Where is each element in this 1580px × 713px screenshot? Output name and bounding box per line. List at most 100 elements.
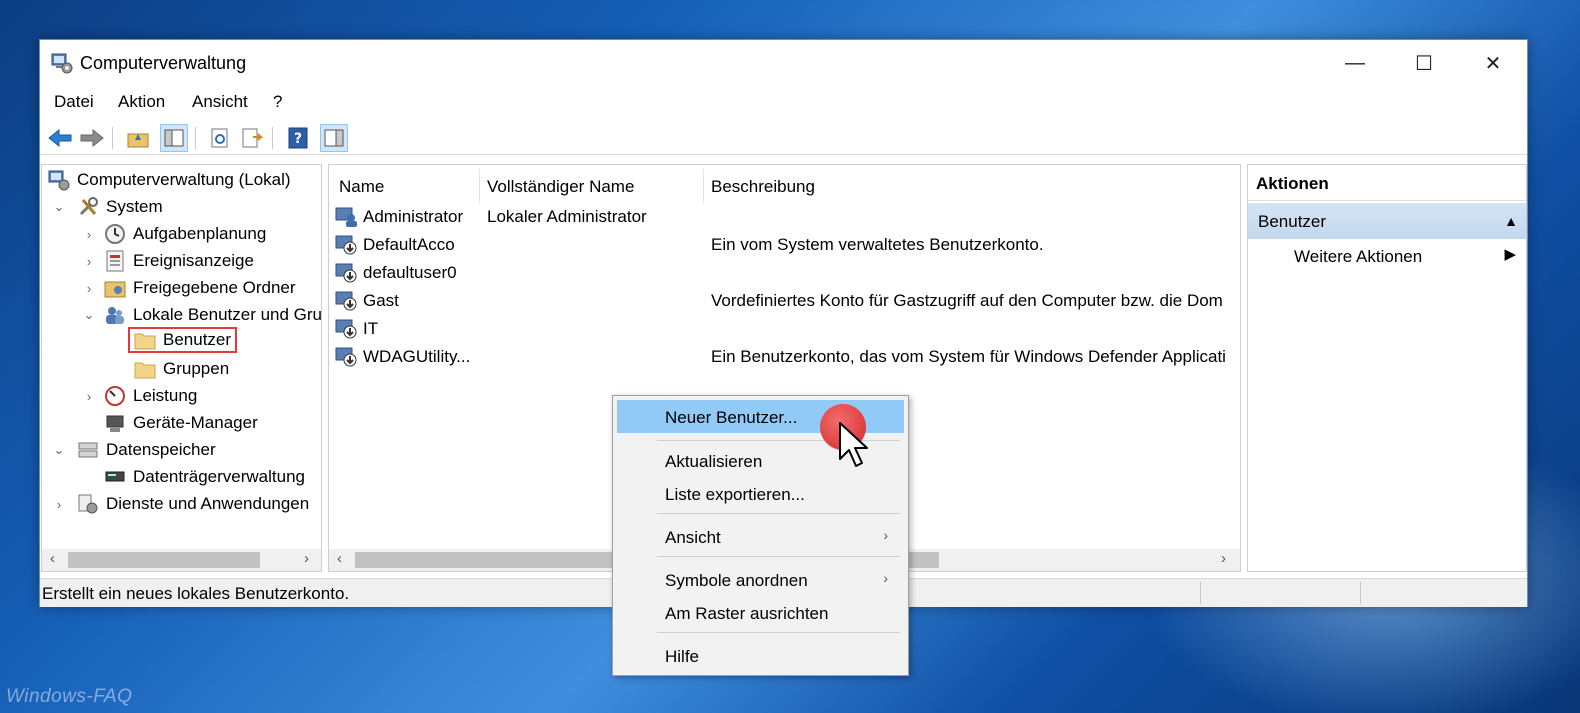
refresh-icon[interactable]: [206, 124, 234, 152]
tree-node-datentraegerverwaltung[interactable]: Datenträgerverwaltung: [104, 464, 305, 490]
up-folder-icon[interactable]: [124, 124, 152, 152]
performance-icon: [104, 385, 126, 407]
users-icon: [104, 304, 126, 326]
cell-name: defaultuser0: [363, 263, 457, 282]
menu-item-label: Ansicht: [665, 528, 721, 547]
tree-node-system[interactable]: ⌄ System: [52, 194, 163, 220]
event-viewer-icon: [104, 250, 126, 272]
status-text: Erstellt ein neues lokales Benutzerkonto…: [42, 584, 350, 603]
close-button[interactable]: ✕: [1458, 40, 1528, 86]
tree-node-geraete-manager[interactable]: Geräte-Manager: [104, 410, 258, 436]
console-tree: Computerverwaltung (Lokal) ⌄ System › Au…: [41, 164, 322, 572]
cell-full-name: Lokaler Administrator: [487, 207, 647, 226]
column-header-description[interactable]: Beschreibung: [711, 177, 815, 197]
table-row[interactable]: Administrator Lokaler Administrator: [329, 203, 1240, 231]
tree-node-gruppen[interactable]: Gruppen: [134, 356, 229, 382]
tree-node-freigegebene-ordner[interactable]: › Freigegebene Ordner: [82, 275, 296, 301]
tree-node-leistung[interactable]: › Leistung: [82, 383, 197, 409]
maximize-button[interactable]: ☐: [1389, 40, 1459, 86]
scroll-right-icon[interactable]: ›: [304, 550, 309, 567]
menu-item-hilfe[interactable]: Hilfe: [617, 639, 904, 672]
mouse-cursor-icon: [839, 422, 868, 467]
tree-label: Datenträgerverwaltung: [133, 467, 305, 486]
menu-ansicht[interactable]: Ansicht: [192, 92, 248, 112]
chevron-down-icon[interactable]: ⌄: [52, 199, 66, 215]
tree-label: System: [106, 197, 163, 216]
folder-icon: [134, 358, 156, 380]
chevron-down-icon[interactable]: ⌄: [52, 442, 66, 458]
action-weitere-aktionen[interactable]: Weitere Aktionen: [1294, 247, 1422, 267]
cell-name: DefaultAcco: [363, 235, 455, 254]
window-title: Computerverwaltung: [80, 53, 247, 73]
tools-icon: [77, 196, 99, 218]
table-row[interactable]: DefaultAcco Ein vom System verwaltetes B…: [329, 231, 1240, 259]
chevron-right-icon[interactable]: ›: [82, 281, 96, 296]
tree-label: Aufgabenplanung: [133, 224, 267, 243]
chevron-right-icon[interactable]: ›: [82, 227, 96, 242]
submenu-arrow-icon[interactable]: ▶: [1504, 245, 1516, 263]
tree-node-dienste[interactable]: › Dienste und Anwendungen: [52, 491, 309, 517]
section-label: Benutzer: [1258, 212, 1327, 231]
table-row[interactable]: defaultuser0: [329, 259, 1240, 287]
help-icon[interactable]: ?: [284, 124, 312, 152]
show-hide-console-tree-icon[interactable]: [160, 124, 188, 152]
disabled-user-icon: [335, 291, 357, 311]
menu-datei[interactable]: Datei: [54, 92, 94, 112]
show-hide-action-pane-icon[interactable]: [320, 124, 348, 152]
cell-name: Gast: [363, 291, 399, 310]
disk-management-icon: [104, 466, 126, 488]
storage-icon: [77, 439, 99, 461]
disabled-user-icon: [335, 263, 357, 283]
scroll-right-icon[interactable]: ›: [1221, 550, 1226, 567]
export-list-icon[interactable]: [238, 124, 266, 152]
tree-node-benutzer[interactable]: Benutzer: [128, 327, 238, 353]
actions-section-benutzer[interactable]: Benutzer ▲: [1248, 203, 1526, 239]
tree-label: Lokale Benutzer und Gruppen: [133, 305, 322, 324]
cell-description: Ein Benutzerkonto, das vom System für Wi…: [711, 347, 1226, 366]
table-row[interactable]: Gast Vordefiniertes Konto für Gastzugrif…: [329, 287, 1240, 315]
scrollbar-thumb[interactable]: [68, 552, 260, 568]
cell-name: IT: [363, 319, 379, 338]
column-header-full-name[interactable]: Vollständiger Name: [487, 177, 634, 197]
chevron-right-icon[interactable]: ›: [52, 497, 66, 512]
minimize-button[interactable]: —: [1320, 40, 1390, 86]
menu-help[interactable]: ?: [273, 92, 282, 112]
tree-node-aufgabenplanung[interactable]: › Aufgabenplanung: [82, 221, 266, 247]
tree-label: Ereignisanzeige: [133, 251, 254, 270]
menu-aktion[interactable]: Aktion: [118, 92, 165, 112]
disabled-user-icon: [335, 319, 357, 339]
svg-text:?: ?: [294, 131, 302, 147]
forward-icon[interactable]: [78, 124, 106, 152]
table-row[interactable]: IT: [329, 315, 1240, 343]
computer-management-icon: [51, 53, 73, 74]
tree-node-root[interactable]: Computerverwaltung (Lokal): [48, 167, 291, 193]
tree-node-datenspeicher[interactable]: ⌄ Datenspeicher: [52, 437, 216, 463]
chevron-right-icon[interactable]: ›: [82, 389, 96, 404]
scroll-left-icon[interactable]: ‹: [50, 550, 55, 567]
folder-icon: [134, 329, 156, 351]
tree-node-ereignisanzeige[interactable]: › Ereignisanzeige: [82, 248, 254, 274]
table-row[interactable]: WDAGUtility... Ein Benutzerkonto, das vo…: [329, 343, 1240, 371]
cell-name: Administrator: [363, 207, 464, 226]
menu-item-am-raster-ausrichten[interactable]: Am Raster ausrichten: [617, 596, 904, 629]
menu-item-liste-exportieren[interactable]: Liste exportieren...: [617, 477, 904, 510]
menu-item-symbole-anordnen[interactable]: Symbole anordnen ›: [617, 563, 904, 596]
cell-name: WDAGUtility...: [363, 347, 471, 366]
scroll-left-icon[interactable]: ‹: [337, 550, 342, 567]
watermark: Windows-FAQ: [6, 686, 133, 707]
collapse-icon[interactable]: ▲: [1504, 213, 1518, 229]
chevron-down-icon[interactable]: ⌄: [82, 307, 96, 323]
back-icon[interactable]: [46, 124, 74, 152]
title-bar[interactable]: Computerverwaltung — ☐ ✕: [40, 40, 1527, 86]
chevron-right-icon[interactable]: ›: [82, 254, 96, 269]
actions-pane: Aktionen Benutzer ▲ Weitere Aktionen ▶: [1247, 164, 1527, 572]
tree-label: Benutzer: [163, 330, 232, 349]
shared-folder-icon: [104, 277, 126, 299]
tree-label: Geräte-Manager: [133, 413, 258, 432]
tree-horizontal-scrollbar[interactable]: ‹ ›: [42, 549, 321, 571]
menu-item-ansicht[interactable]: Ansicht ›: [617, 520, 904, 553]
tree-node-lokale-benutzer[interactable]: ⌄ Lokale Benutzer und Gruppen: [82, 302, 322, 328]
menu-bar: Datei Aktion Ansicht ?: [40, 88, 1527, 116]
device-manager-icon: [104, 412, 126, 434]
column-header-name[interactable]: Name: [339, 177, 384, 197]
